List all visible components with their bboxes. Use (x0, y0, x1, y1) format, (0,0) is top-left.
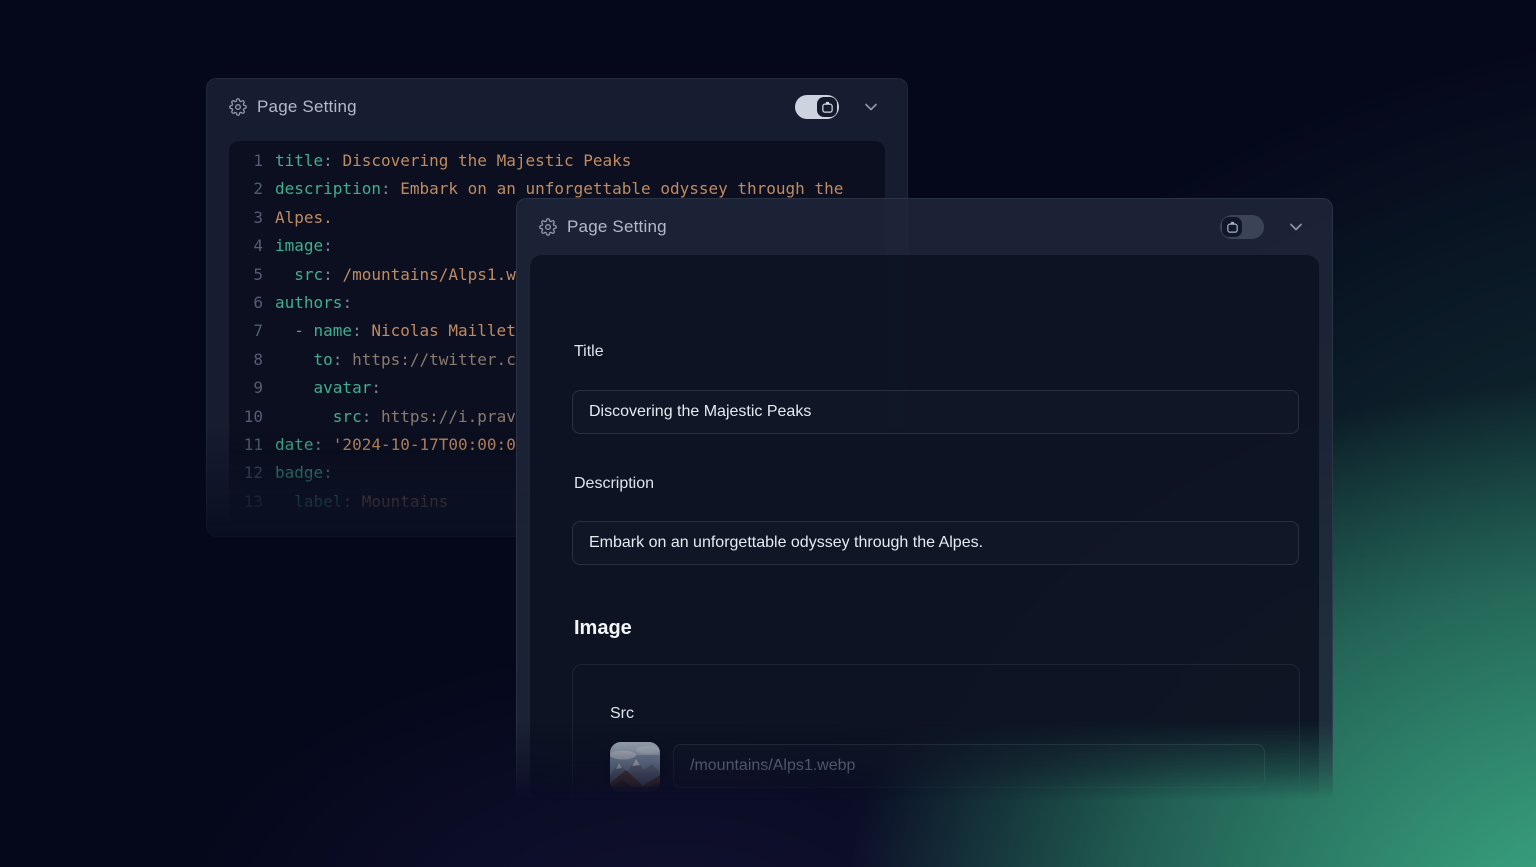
image-section-heading: Image (574, 617, 632, 640)
line-number: 13 (237, 488, 263, 516)
code-token-punc: : (323, 147, 342, 175)
code-token-key: src (294, 261, 323, 289)
code-token-punc: : (323, 232, 333, 260)
code-token-key: to (314, 346, 333, 374)
image-card: Src (572, 664, 1300, 824)
form-panel-header: Page Setting (517, 199, 1332, 255)
line-number: 7 (237, 317, 263, 345)
code-token-punc (275, 488, 294, 516)
code-line: 1 title: Discovering the Majestic Peaks (237, 147, 885, 175)
code-token-url: https://i.prav (381, 403, 516, 431)
code-token-val: '2024-10-17T00:00:0 (333, 431, 516, 459)
code-token-punc: : (342, 488, 361, 516)
line-number: 12 (237, 459, 263, 487)
code-token-punc: : (362, 403, 381, 431)
code-token-key: title (275, 147, 323, 175)
image-src-input[interactable] (673, 744, 1265, 788)
view-toggle[interactable] (795, 95, 839, 119)
code-token-punc: : (323, 459, 333, 487)
code-token-punc: : (371, 374, 381, 402)
title-input[interactable] (572, 390, 1299, 434)
code-token-punc: : (342, 289, 352, 317)
line-number: 4 (237, 232, 263, 260)
code-token-punc (275, 374, 314, 402)
line-number: 2 (237, 175, 263, 203)
code-token-punc (275, 261, 294, 289)
code-token-key: badge (275, 459, 323, 487)
code-token-val: Nicolas Maillet (371, 317, 516, 345)
code-token-val: Mountains (362, 488, 449, 516)
code-token-punc: : (381, 175, 400, 203)
title-field-label: Title (574, 343, 604, 361)
gear-icon (539, 218, 557, 236)
line-number: 6 (237, 289, 263, 317)
line-number: 8 (237, 346, 263, 374)
code-token-punc (275, 346, 314, 374)
code-token-punc: : (352, 317, 371, 345)
line-number: 3 (237, 204, 263, 232)
form-panel: Page Setting (516, 198, 1333, 800)
line-number: 11 (237, 431, 263, 459)
code-token-key: src (333, 403, 362, 431)
line-number: 5 (237, 261, 263, 289)
view-toggle[interactable] (1220, 215, 1264, 239)
code-token-key: avatar (314, 374, 372, 402)
code-form-toggle-icon (1222, 217, 1242, 237)
code-token-val: Discovering the Majestic Peaks (342, 147, 631, 175)
code-token-key: authors (275, 289, 342, 317)
code-token-key: date (275, 431, 314, 459)
src-field-label: Src (610, 705, 634, 723)
code-token-key: image (275, 232, 323, 260)
line-number: 9 (237, 374, 263, 402)
gear-icon (229, 98, 247, 116)
line-number: 10 (237, 403, 263, 431)
description-field-label: Description (574, 475, 654, 493)
code-token-key: description (275, 175, 381, 203)
panel-title: Page Setting (257, 97, 357, 117)
code-token-key: label (294, 488, 342, 516)
code-token-val: /mountains/Alps1.w (342, 261, 515, 289)
form-body: Title Description Image Src (530, 255, 1319, 799)
code-form-toggle-icon (817, 97, 837, 117)
chevron-down-icon[interactable] (861, 97, 881, 117)
code-token-punc: - (275, 317, 314, 345)
chevron-down-icon[interactable] (1286, 217, 1306, 237)
code-panel-header: Page Setting (207, 79, 907, 135)
code-token-url: https://twitter.c (352, 346, 516, 374)
desktop-background: Page Setting (0, 0, 1536, 867)
description-input[interactable] (572, 521, 1299, 565)
code-token-punc (275, 403, 333, 431)
code-token-punc: : (314, 431, 333, 459)
panel-title: Page Setting (567, 217, 667, 237)
code-token-val: Alpes. (275, 204, 333, 232)
mountain-photo-thumbnail (610, 742, 660, 792)
code-token-punc: : (333, 346, 352, 374)
code-token-punc: : (323, 261, 342, 289)
code-token-key: name (314, 317, 353, 345)
line-number: 1 (237, 147, 263, 175)
